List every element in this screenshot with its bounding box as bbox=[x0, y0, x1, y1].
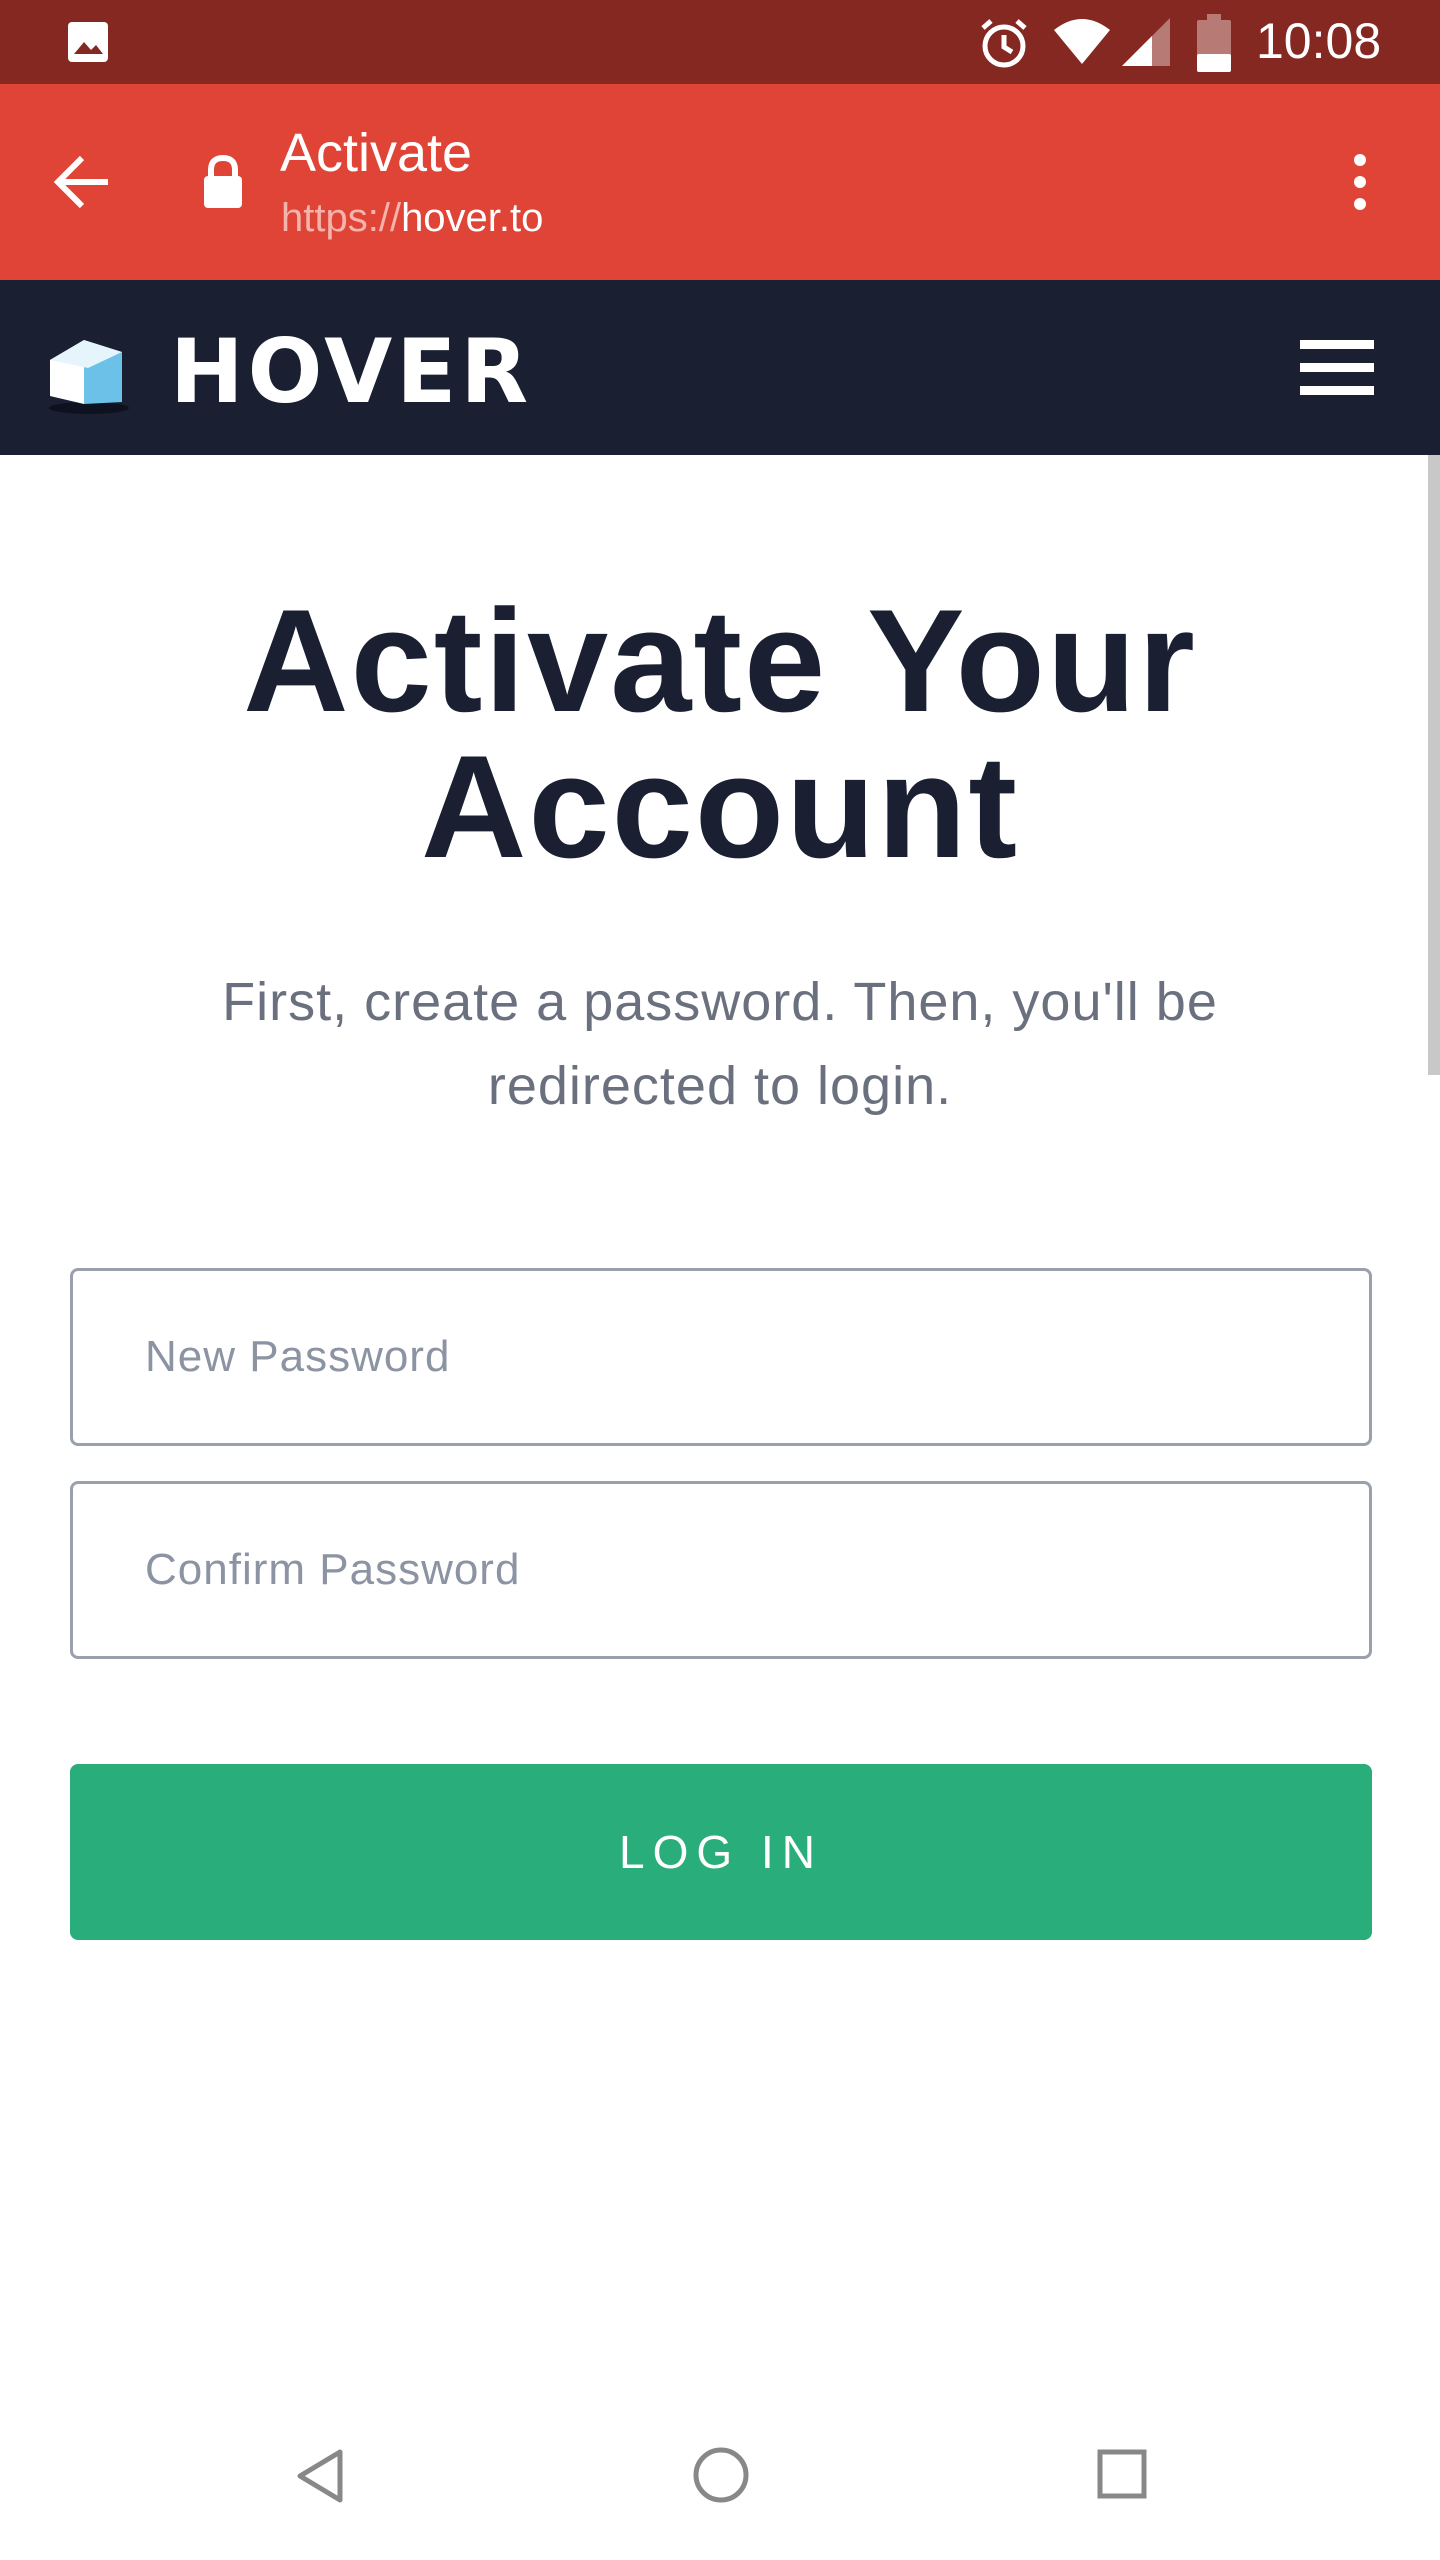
status-bar: 10:08 bbox=[0, 0, 1440, 84]
hover-logo-icon[interactable] bbox=[44, 332, 134, 416]
hover-logo-text[interactable]: HOVER bbox=[170, 320, 532, 423]
gallery-icon bbox=[68, 22, 108, 62]
hamburger-menu-icon[interactable] bbox=[1300, 340, 1374, 396]
browser-url[interactable]: https://hover.to bbox=[281, 196, 543, 241]
browser-toolbar: Activate https://hover.to bbox=[0, 84, 1440, 280]
browser-page-title[interactable]: Activate bbox=[280, 122, 472, 184]
instruction-text: First, create a password. Then, you'll b… bbox=[222, 972, 1218, 1116]
confirm-password-field[interactable] bbox=[70, 1481, 1372, 1659]
home-circle-icon[interactable] bbox=[690, 2444, 752, 2506]
back-triangle-icon[interactable] bbox=[290, 2444, 354, 2508]
overflow-menu-icon[interactable] bbox=[1336, 150, 1384, 214]
signal-icon bbox=[1122, 18, 1170, 66]
status-time: 10:08 bbox=[1256, 13, 1382, 69]
new-password-field[interactable] bbox=[70, 1268, 1372, 1446]
heading-line-1: Activate Your bbox=[243, 579, 1197, 742]
url-scheme: https:// bbox=[281, 196, 402, 240]
back-arrow-icon[interactable] bbox=[50, 150, 114, 214]
page-heading: Activate Your Account bbox=[0, 588, 1440, 880]
login-button[interactable]: LOG IN bbox=[70, 1764, 1372, 1940]
battery-icon bbox=[1197, 14, 1231, 72]
url-host: hover.to bbox=[401, 196, 544, 240]
heading-line-2: Account bbox=[421, 725, 1019, 888]
recents-square-icon[interactable] bbox=[1092, 2444, 1152, 2504]
site-header: HOVER bbox=[0, 280, 1440, 455]
wifi-icon bbox=[1054, 19, 1110, 64]
system-nav-bar bbox=[0, 2400, 1440, 2560]
alarm-icon bbox=[981, 19, 1027, 68]
lock-icon bbox=[204, 154, 242, 208]
